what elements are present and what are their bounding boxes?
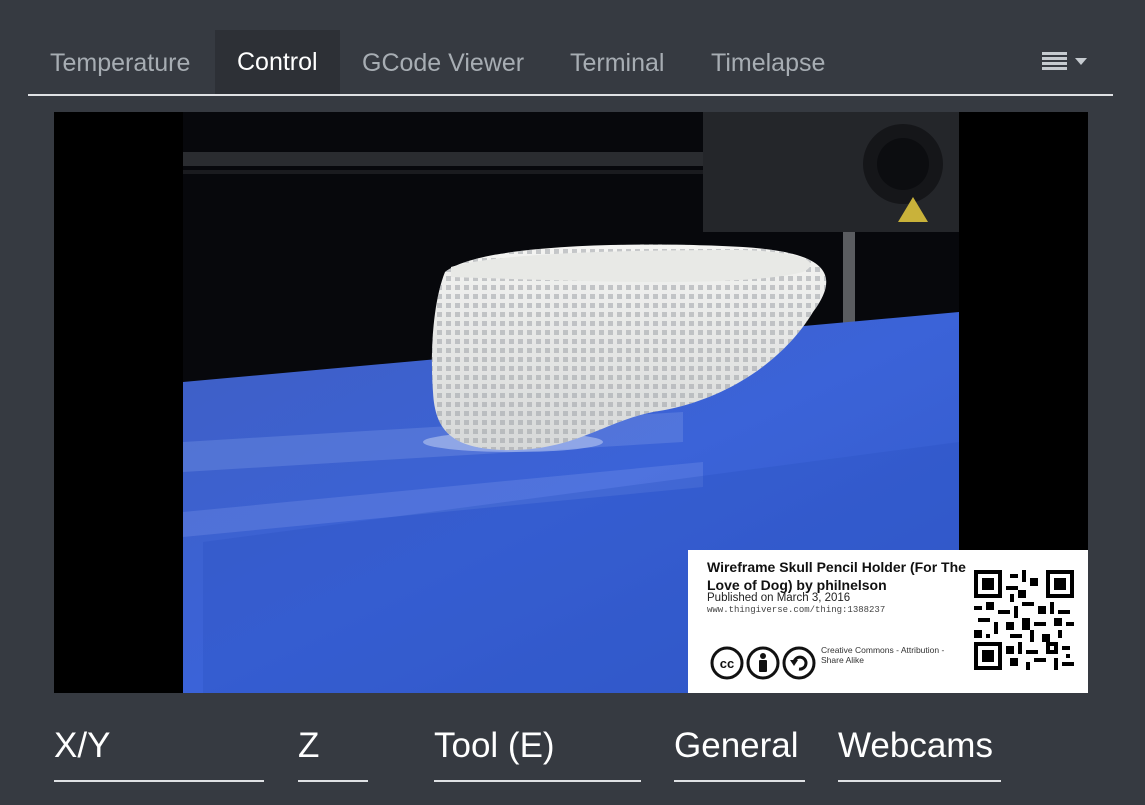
svg-text:cc: cc [720,656,734,671]
hamburger-icon [1042,52,1067,70]
attribution-icon [746,646,780,680]
control-tab-bar: Temperature Control GCode Viewer Termina… [28,30,1113,96]
caret-down-icon [1075,57,1087,65]
section-tool-e[interactable]: Tool (E) [434,720,641,782]
tab-terminal[interactable]: Terminal [548,30,686,94]
thingiverse-attribution-card: Wireframe Skull Pencil Holder (For The L… [688,550,1088,693]
published-date: Published on March 3, 2016 [707,592,851,604]
license-text: Creative Commons - Attribution - Share A… [821,645,945,665]
control-sections: X/Y Z Tool (E) General Webcams [0,720,1145,790]
section-webcams[interactable]: Webcams [838,720,1001,782]
section-xy[interactable]: X/Y [54,720,264,782]
thing-url: www.thingiverse.com/thing:1388237 [707,605,886,615]
tab-overflow-menu[interactable] [1042,52,1087,70]
qr-code-icon [974,570,1074,675]
tab-control[interactable]: Control [215,30,340,94]
webcam-stream[interactable]: Wireframe Skull Pencil Holder (For The L… [54,112,1088,693]
license-icons: cc [710,646,820,685]
creative-commons-icon: cc [710,646,744,680]
share-alike-icon [782,646,816,680]
thing-title: Wireframe Skull Pencil Holder (For The L… [707,559,966,593]
tab-gcode-viewer[interactable]: GCode Viewer [340,30,546,94]
tab-temperature[interactable]: Temperature [28,30,212,94]
section-z[interactable]: Z [298,720,368,782]
section-general[interactable]: General [674,720,805,782]
tab-timelapse[interactable]: Timelapse [689,30,847,94]
